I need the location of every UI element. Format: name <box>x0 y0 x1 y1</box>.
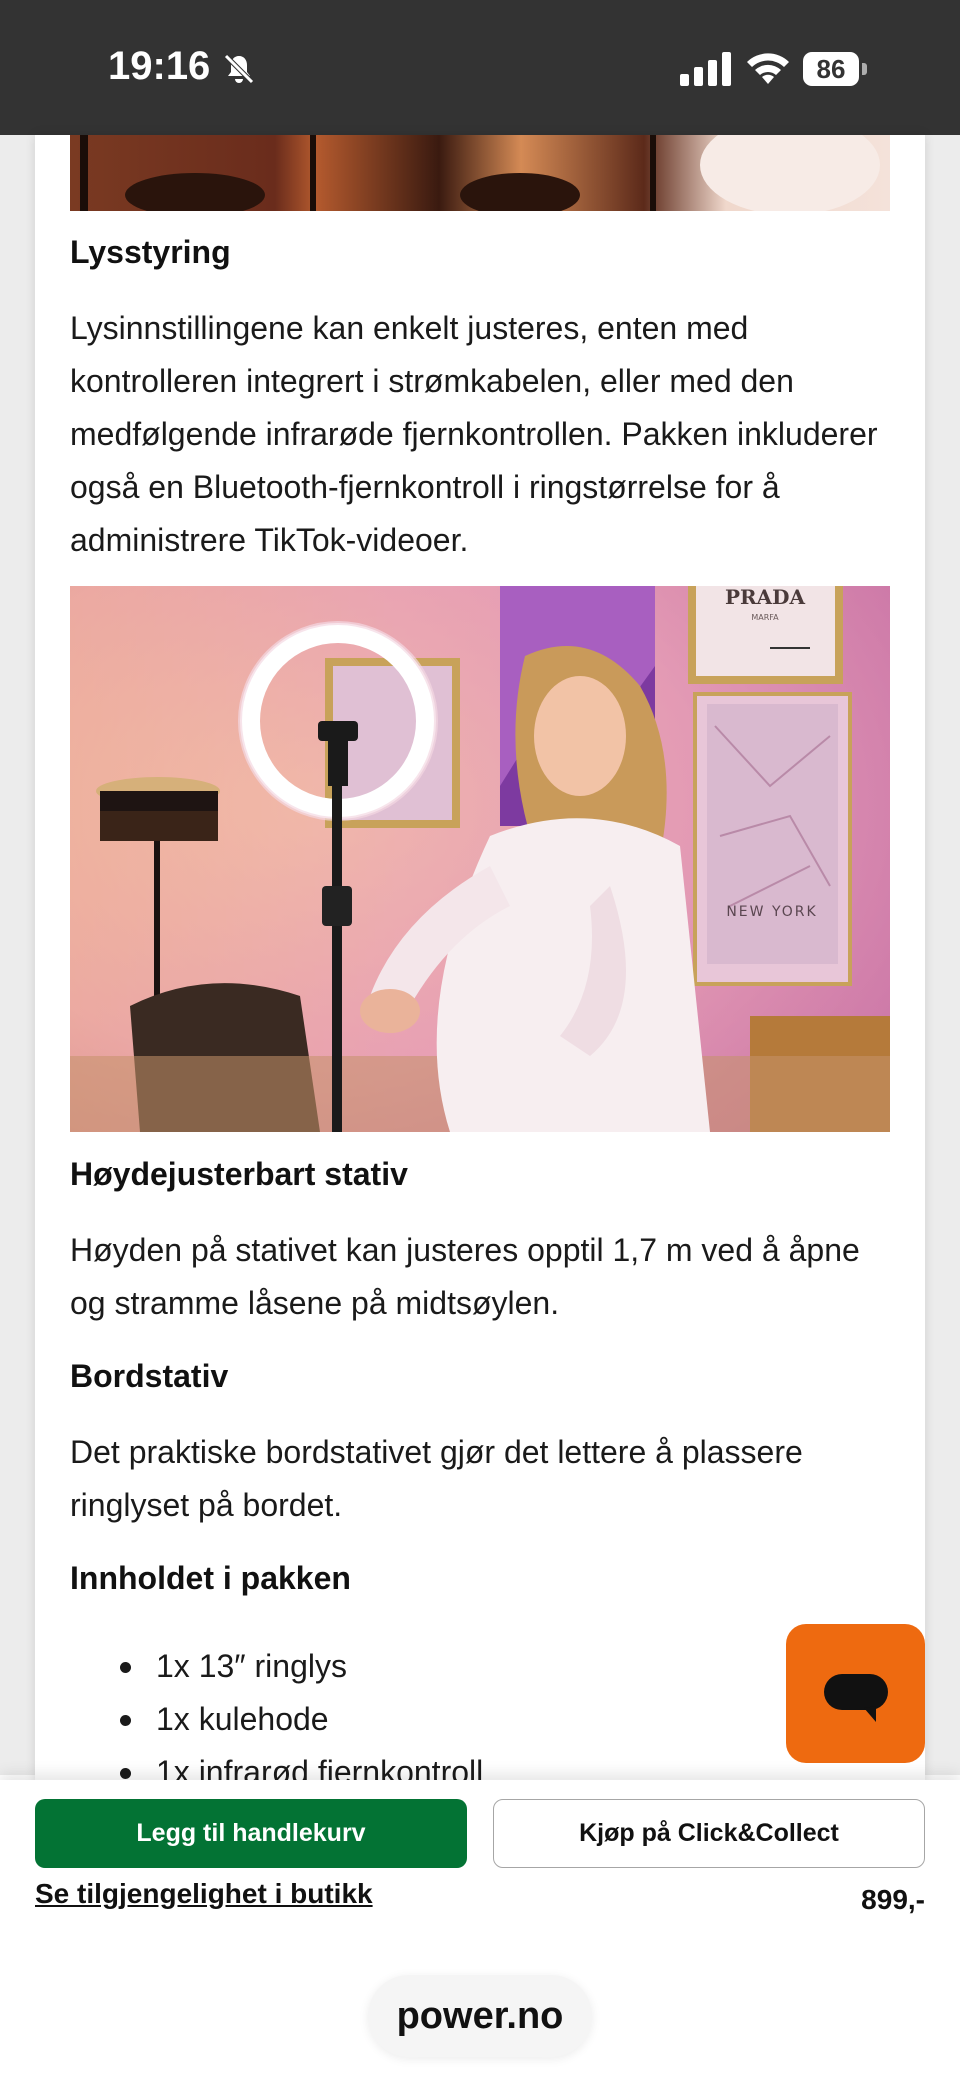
wifi-icon <box>747 53 789 84</box>
product-price: 899,- <box>861 1884 925 1915</box>
section-text-lysstyring: Lysinnstillingene kan enkelt justeres, e… <box>70 310 878 558</box>
section-heading-innhold: Innholdet i pakken <box>70 1560 351 1596</box>
section-heading-stativ: Høydejusterbart stativ <box>70 1156 408 1192</box>
product-image-top <box>70 135 890 211</box>
ring-light-photo: PRADA MARFA NEW YORK <box>70 586 890 1132</box>
package-contents-list: 1x 13″ ringlys 1x kulehode 1x infrarød f… <box>70 1640 770 1799</box>
store-availability-link[interactable]: Se tilgjengelighet i butikk <box>35 1878 373 1910</box>
poster-brand-text: PRADA <box>725 586 806 609</box>
status-bar: 19:16 86 <box>0 0 960 135</box>
section-text-stativ: Høyden på stativet kan justeres opptil 1… <box>70 1232 860 1321</box>
poster-map-text: NEW YORK <box>726 904 817 920</box>
browser-url-bar[interactable]: power.no <box>368 1975 592 2057</box>
cellular-signal-icon <box>680 52 731 86</box>
poster-sub-text: MARFA <box>751 613 779 622</box>
battery-icon: 86 <box>803 52 869 86</box>
click-collect-button[interactable]: Kjøp på Click&Collect <box>493 1799 925 1868</box>
section-heading-lysstyring: Lysstyring <box>70 234 231 270</box>
chat-button[interactable] <box>786 1624 925 1763</box>
add-to-cart-button[interactable]: Legg til handlekurv <box>35 1799 467 1868</box>
status-time: 19:16 <box>108 44 211 88</box>
section-text-bordstativ: Det praktiske bordstativet gjør det lett… <box>70 1434 803 1523</box>
section-heading-bordstativ: Bordstativ <box>70 1358 229 1394</box>
list-item: 1x kulehode <box>70 1693 770 1746</box>
chat-bubble-icon <box>824 1674 888 1722</box>
battery-level: 86 <box>803 52 859 86</box>
bell-muted-icon <box>224 54 254 84</box>
list-item: 1x 13″ ringlys <box>70 1640 770 1693</box>
